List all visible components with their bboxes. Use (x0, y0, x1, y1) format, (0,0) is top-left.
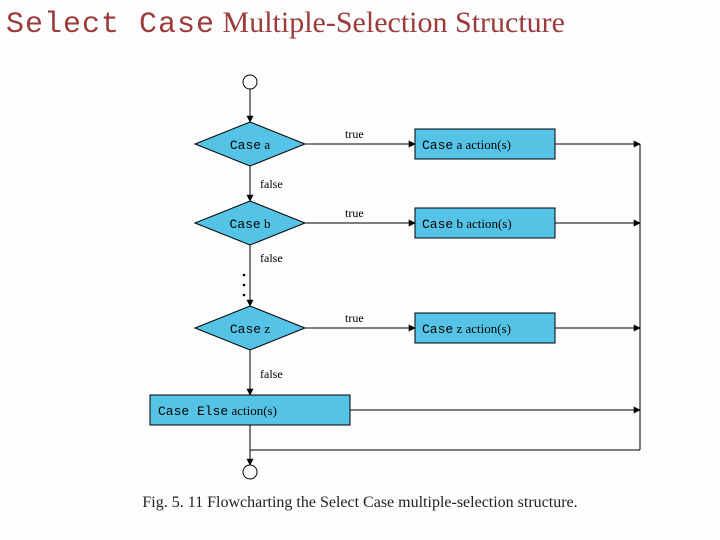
start-node (243, 75, 257, 89)
ellipsis-dot (243, 294, 246, 297)
diamond-case-b-label: Case b (230, 216, 271, 232)
label-b-false: false (260, 251, 283, 265)
label-b-true: true (345, 206, 364, 220)
label-a-true: true (345, 127, 364, 141)
diamond-case-z-label: Case z (230, 321, 270, 337)
figure-caption: Fig. 5. 11 Flowcharting the Select Case … (0, 494, 720, 512)
action-box-z-label: Case z action(s) (422, 321, 511, 337)
label-a-false: false (260, 177, 283, 191)
action-box-b-label: Case b action(s) (422, 216, 512, 232)
flowchart-svg: Case a true Case a action(s) false Case … (0, 0, 720, 540)
label-z-true: true (345, 311, 364, 325)
ellipsis-dot (243, 274, 246, 277)
action-box-else-label: Case Else action(s) (158, 403, 277, 419)
slide: Select Case Multiple-Selection Structure… (0, 0, 720, 540)
diamond-case-a-label: Case a (230, 137, 270, 153)
end-node (243, 465, 257, 479)
action-box-a-label: Case a action(s) (422, 137, 511, 153)
label-z-false: false (260, 367, 283, 381)
ellipsis-dot (243, 284, 246, 287)
